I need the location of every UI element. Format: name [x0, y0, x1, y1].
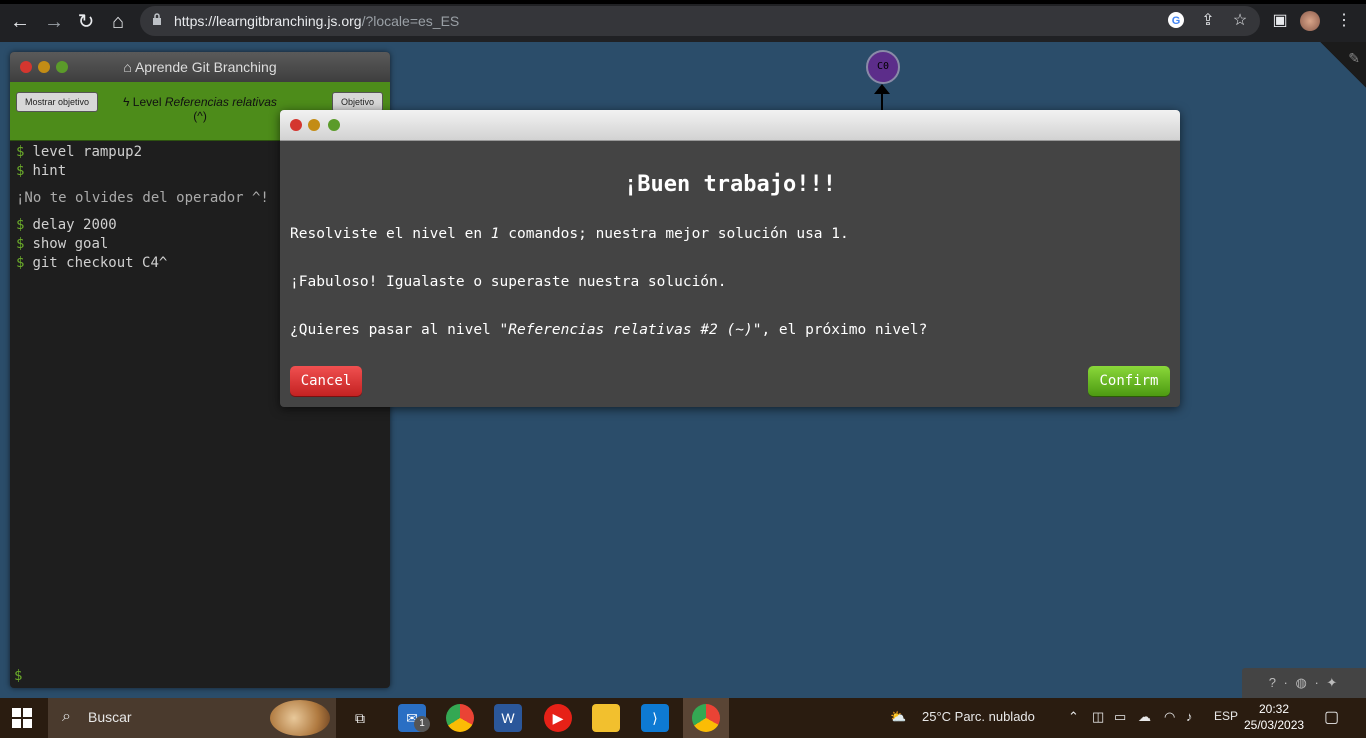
level-title: ϟ Level Referencias relativas (^) — [123, 95, 277, 123]
terminal-title: ⌂ Aprende Git Branching — [123, 59, 277, 75]
commit-node[interactable]: C0 — [866, 50, 900, 84]
chrome-active-icon[interactable] — [692, 704, 720, 732]
windows-start-icon[interactable] — [12, 708, 32, 728]
help-icon[interactable]: ? — [1269, 675, 1278, 690]
bookmark-star-icon[interactable]: ☆ — [1230, 11, 1250, 31]
clock-date: 25/03/2023 — [1244, 718, 1305, 732]
home-icon: ⌂ — [123, 59, 135, 75]
result-text: Resolviste el nivel en 1 comandos; nuest… — [290, 226, 849, 242]
next-level-text: ¿Quieres pasar al nivel "Referencias rel… — [290, 322, 928, 338]
lock-icon — [153, 13, 161, 25]
level-complete-dialog: ¡Buen trabajo!!! Resolviste el nivel en … — [280, 110, 1180, 407]
task-view-icon[interactable]: ⧉ — [346, 704, 374, 732]
maximize-dot-icon[interactable] — [328, 119, 340, 131]
clock[interactable]: 20:32 25/03/2023 — [1244, 701, 1304, 733]
weather-text[interactable]: 25°C Parc. nublado — [922, 709, 1035, 724]
notification-icon[interactable]: ▢ — [1324, 707, 1339, 727]
globe-icon[interactable]: ◍ — [1295, 675, 1308, 690]
word-icon[interactable]: W — [494, 704, 522, 732]
browser-toolbar: ← → ↻ ⌂ https://learngitbranching.js.org… — [0, 0, 1366, 42]
dialog-heading: ¡Buen trabajo!!! — [624, 172, 836, 197]
google-icon[interactable]: G — [1166, 11, 1186, 31]
back-icon[interactable]: ← — [8, 10, 32, 34]
cancel-button[interactable]: Cancel — [290, 366, 362, 396]
lightning-icon: ϟ — [123, 95, 133, 109]
tab-strip — [0, 0, 1366, 4]
more-menu-icon[interactable]: ⋮ — [1334, 11, 1354, 31]
show-goal-button[interactable]: Mostrar objetivo — [16, 92, 99, 112]
pin-icon[interactable]: ✎ — [1348, 50, 1360, 67]
terminal-titlebar: ⌂ Aprende Git Branching — [10, 52, 390, 82]
address-bar[interactable]: https://learngitbranching.js.org/?locale… — [140, 6, 1260, 36]
vscode-icon[interactable]: ⟩ — [641, 704, 669, 732]
side-panel-icon[interactable]: ▣ — [1270, 11, 1290, 31]
battery-icon[interactable]: ▭ — [1114, 709, 1126, 725]
taskbar-search[interactable]: ⌕ Buscar — [48, 698, 336, 738]
reload-icon[interactable]: ↻ — [74, 10, 98, 34]
meet-icon[interactable]: ◫ — [1092, 709, 1104, 725]
profile-avatar[interactable] — [1300, 11, 1320, 31]
chrome-icon[interactable] — [446, 704, 474, 732]
file-explorer-icon[interactable] — [592, 704, 620, 732]
page-canvas: C0 ✎ ⌂ Aprende Git Branching Mostrar obj… — [0, 42, 1366, 698]
confirm-button[interactable]: Confirm — [1088, 366, 1170, 396]
forward-icon[interactable]: → — [42, 10, 66, 34]
language-indicator[interactable]: ESP — [1214, 709, 1238, 723]
taskbar: ⌕ Buscar ⧉ ✉ 1 W ▶ ⟩ ⛅ 25°C Parc. nublad… — [0, 698, 1366, 738]
url-text: https://learngitbranching.js.org/?locale… — [174, 13, 460, 29]
search-highlight-image — [270, 700, 330, 736]
home-icon[interactable]: ⌂ — [106, 10, 130, 34]
wifi-icon[interactable]: ◠ — [1164, 709, 1175, 725]
weather-icon[interactable]: ⛅ — [890, 709, 906, 725]
youtube-music-icon[interactable]: ▶ — [544, 704, 572, 732]
command-prompt[interactable]: $ — [14, 668, 22, 684]
speaker-icon[interactable]: ♪ — [1186, 709, 1193, 724]
mail-badge: 1 — [414, 716, 430, 732]
goal-button[interactable]: Objetivo — [332, 92, 384, 112]
social-widget: ? · ◍ · ✦ — [1242, 668, 1366, 698]
minimize-dot-icon[interactable] — [308, 119, 320, 131]
chevron-up-icon[interactable]: ⌃ — [1068, 709, 1079, 725]
svg-text:G: G — [1172, 15, 1181, 27]
clock-time: 20:32 — [1258, 702, 1290, 716]
close-dot-icon[interactable] — [290, 119, 302, 131]
share-icon[interactable]: ⇪ — [1198, 11, 1218, 31]
dialog-titlebar — [280, 110, 1180, 141]
twitter-icon[interactable]: ✦ — [1326, 675, 1339, 690]
cloud-icon[interactable]: ☁ — [1138, 709, 1151, 725]
praise-text: ¡Fabuloso! Igualaste o superaste nuestra… — [290, 274, 727, 290]
commit-arrow — [881, 88, 883, 110]
search-icon: ⌕ — [62, 708, 71, 725]
search-label: Buscar — [88, 709, 132, 725]
